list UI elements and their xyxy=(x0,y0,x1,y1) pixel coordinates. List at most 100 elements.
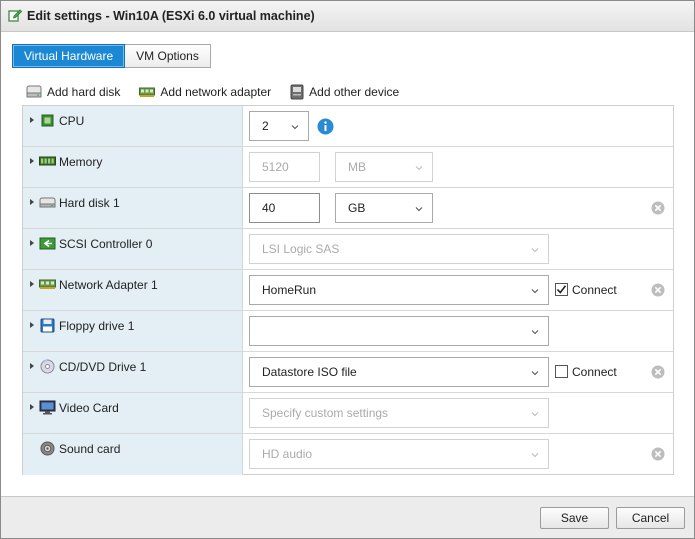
scsi-controller-label: SCSI Controller 0 xyxy=(59,237,153,251)
cd-dvd-media-select[interactable]: Datastore ISO file xyxy=(249,357,549,387)
scsi-controller-icon xyxy=(39,237,56,250)
add-other-device-label: Add other device xyxy=(309,85,400,99)
cpu-label: CPU xyxy=(59,114,85,128)
device-row-memory: Memory 5120 MB xyxy=(23,147,673,188)
cd-dvd-connect-label: Connect xyxy=(572,365,617,379)
chevron-down-icon xyxy=(531,330,539,335)
remove-device-icon[interactable] xyxy=(651,201,665,215)
checkmark-icon xyxy=(556,285,567,294)
video-card-settings-value: Specify custom settings xyxy=(262,406,389,420)
device-header-hard-disk[interactable]: Hard disk 1 xyxy=(23,188,243,228)
network-adapter-icon xyxy=(39,279,56,289)
tab-vm-options[interactable]: VM Options xyxy=(125,44,211,68)
expand-arrow-icon[interactable] xyxy=(30,158,34,164)
add-other-device-button[interactable]: Add other device xyxy=(290,84,399,100)
video-card-label: Video Card xyxy=(59,401,119,415)
network-adapter-icon xyxy=(139,87,156,97)
device-row-scsi-controller: SCSI Controller 0 LSI Logic SAS xyxy=(23,229,673,270)
expand-arrow-icon[interactable] xyxy=(30,404,34,410)
memory-size-input[interactable]: 5120 xyxy=(249,152,320,182)
title-bar: Edit settings - Win10A (ESXi 6.0 virtual… xyxy=(1,1,694,32)
floppy-select[interactable] xyxy=(249,316,549,346)
cd-dvd-icon xyxy=(40,359,55,374)
cd-dvd-connect-checkbox[interactable] xyxy=(555,365,568,378)
sound-card-type-select[interactable]: HD audio xyxy=(249,439,549,469)
video-card-settings-select[interactable]: Specify custom settings xyxy=(249,398,549,428)
memory-unit-select[interactable]: MB xyxy=(335,152,433,182)
device-row-cpu: CPU 2 xyxy=(23,106,673,147)
dialog-footer: Save Cancel xyxy=(1,496,694,538)
chevron-down-icon xyxy=(415,166,423,171)
cpu-icon xyxy=(41,114,54,127)
memory-size-value: 5120 xyxy=(262,160,289,174)
dialog-title: Edit settings - Win10A (ESXi 6.0 virtual… xyxy=(27,9,315,23)
sound-card-label: Sound card xyxy=(59,442,121,456)
memory-unit-value: MB xyxy=(348,160,366,174)
chevron-down-icon xyxy=(291,125,299,130)
sound-card-type-value: HD audio xyxy=(262,447,313,461)
chevron-down-icon xyxy=(415,207,423,212)
device-row-floppy: Floppy drive 1 xyxy=(23,311,673,352)
sound-card-icon xyxy=(40,441,55,456)
cancel-button[interactable]: Cancel xyxy=(616,507,685,529)
device-row-network-adapter: Network Adapter 1 HomeRun Connect xyxy=(23,270,673,311)
device-list: CPU 2 Memory 5120 MB Hard disk 1 40 GB S… xyxy=(22,105,674,475)
remove-device-icon[interactable] xyxy=(651,447,665,461)
other-device-icon xyxy=(290,84,304,100)
remove-device-icon[interactable] xyxy=(651,365,665,379)
device-header-memory[interactable]: Memory xyxy=(23,147,243,187)
network-value: HomeRun xyxy=(262,283,317,297)
cd-dvd-label: CD/DVD Drive 1 xyxy=(59,360,147,374)
add-hard-disk-label: Add hard disk xyxy=(47,85,121,99)
device-header-video-card[interactable]: Video Card xyxy=(23,393,243,433)
device-header-floppy[interactable]: Floppy drive 1 xyxy=(23,311,243,351)
memory-label: Memory xyxy=(59,155,103,169)
expand-arrow-icon[interactable] xyxy=(30,240,34,246)
expand-arrow-icon[interactable] xyxy=(30,199,34,205)
device-header-scsi-controller[interactable]: SCSI Controller 0 xyxy=(23,229,243,269)
hard-disk-size-input[interactable]: 40 xyxy=(249,193,320,223)
add-network-adapter-button[interactable]: Add network adapter xyxy=(139,85,271,99)
memory-icon xyxy=(39,156,56,166)
tab-virtual-hardware[interactable]: Virtual Hardware xyxy=(12,44,126,68)
scsi-controller-type-value: LSI Logic SAS xyxy=(262,242,340,256)
chevron-down-icon xyxy=(531,289,539,294)
scsi-controller-type-select[interactable]: LSI Logic SAS xyxy=(249,234,549,264)
cpu-count-select[interactable]: 2 xyxy=(249,111,309,141)
device-header-sound-card[interactable]: Sound card xyxy=(23,434,243,475)
cpu-count-value: 2 xyxy=(262,119,269,133)
device-toolbar: Add hard disk Add network adapter Add ot… xyxy=(26,83,418,101)
remove-device-icon[interactable] xyxy=(651,283,665,297)
cd-dvd-media-value: Datastore ISO file xyxy=(262,365,357,379)
network-connect-checkbox[interactable] xyxy=(555,283,568,296)
edit-settings-dialog: Edit settings - Win10A (ESXi 6.0 virtual… xyxy=(0,0,695,539)
floppy-label: Floppy drive 1 xyxy=(59,319,135,333)
device-header-network-adapter[interactable]: Network Adapter 1 xyxy=(23,270,243,310)
chevron-down-icon xyxy=(531,371,539,376)
device-header-cpu[interactable]: CPU xyxy=(23,106,243,146)
tab-bar: Virtual Hardware VM Options xyxy=(12,44,211,68)
hard-disk-icon xyxy=(39,197,56,208)
expand-arrow-icon[interactable] xyxy=(30,117,34,123)
floppy-icon xyxy=(40,318,55,333)
network-select[interactable]: HomeRun xyxy=(249,275,549,305)
hard-disk-unit-select[interactable]: GB xyxy=(335,193,433,223)
device-row-hard-disk: Hard disk 1 40 GB xyxy=(23,188,673,229)
info-icon[interactable] xyxy=(317,118,334,135)
hard-disk-label: Hard disk 1 xyxy=(59,196,120,210)
expand-arrow-icon[interactable] xyxy=(30,281,34,287)
expand-arrow-icon[interactable] xyxy=(30,322,34,328)
edit-settings-icon xyxy=(8,9,22,22)
save-button[interactable]: Save xyxy=(540,507,609,529)
device-row-video-card: Video Card Specify custom settings xyxy=(23,393,673,434)
hard-disk-size-value: 40 xyxy=(262,201,276,215)
hard-disk-unit-value: GB xyxy=(348,201,366,215)
device-header-cd-dvd[interactable]: CD/DVD Drive 1 xyxy=(23,352,243,392)
hard-disk-icon xyxy=(26,85,42,98)
add-hard-disk-button[interactable]: Add hard disk xyxy=(26,85,120,99)
expand-arrow-icon[interactable] xyxy=(30,363,34,369)
video-card-icon xyxy=(39,400,56,415)
network-adapter-label: Network Adapter 1 xyxy=(59,278,158,292)
chevron-down-icon xyxy=(531,453,539,458)
chevron-down-icon xyxy=(531,248,539,253)
